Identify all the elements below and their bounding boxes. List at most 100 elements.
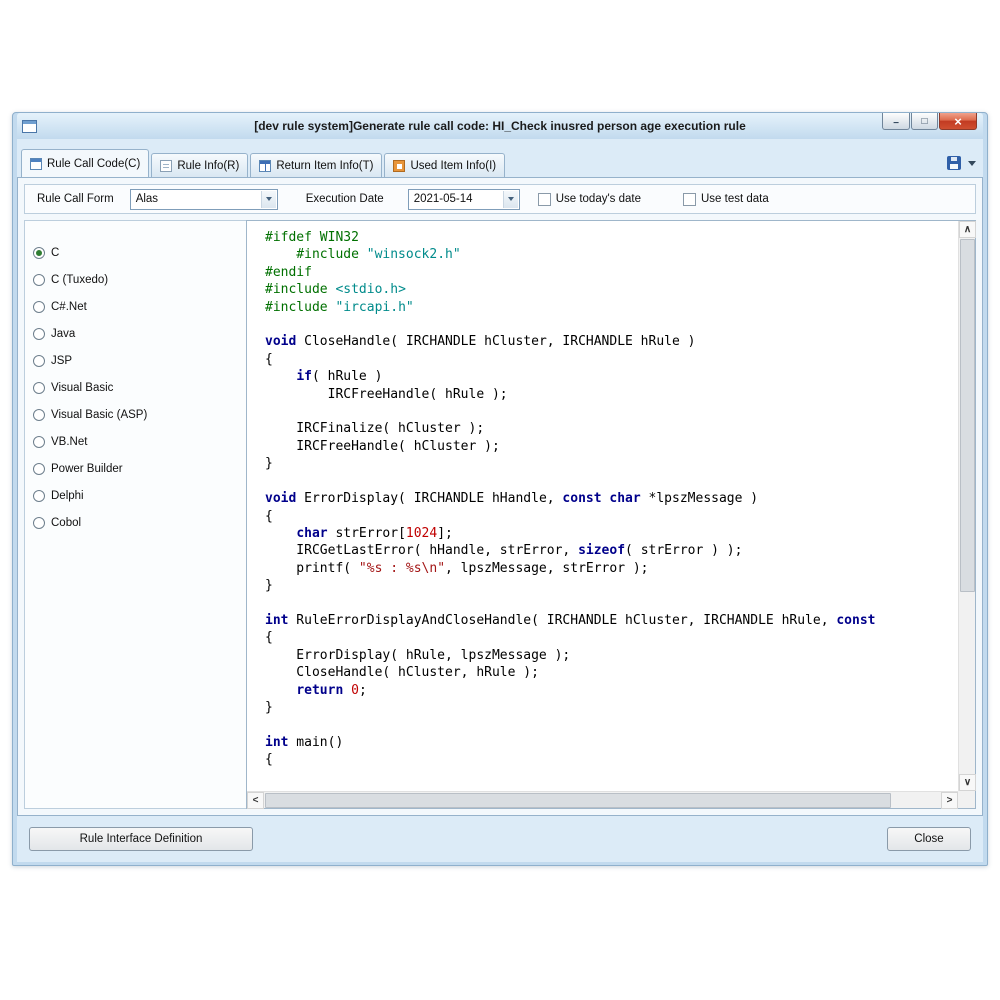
code-line: IRCGetLastError( hHandle, strError, size… (265, 542, 958, 559)
horizontal-scroll-thumb[interactable] (265, 793, 891, 808)
code-line: } (265, 699, 958, 716)
language-label: Visual Basic (51, 382, 113, 394)
code-line: printf( "%s : %s\n", lpszMessage, strErr… (265, 560, 958, 577)
scroll-left-icon[interactable] (247, 792, 264, 809)
close-button[interactable]: Close (887, 827, 971, 851)
vertical-scrollbar[interactable] (958, 221, 975, 791)
use-todays-date-checkbox[interactable]: Use today's date (538, 193, 641, 206)
horizontal-scrollbar[interactable] (247, 791, 958, 808)
window-title: [dev rule system]Generate rule call code… (17, 119, 983, 133)
rule-call-form-label: Rule Call Form (37, 193, 114, 205)
language-option-c[interactable]: C (33, 239, 246, 266)
language-option-c-net[interactable]: C#.Net (33, 293, 246, 320)
code-line: #endif (265, 264, 958, 281)
radio-icon (33, 301, 45, 313)
execution-date-value: 2021-05-14 (414, 193, 473, 205)
rule-interface-definition-button[interactable]: Rule Interface Definition (29, 827, 253, 851)
code-panel: #ifdef WIN32 #include "winsock2.h"#endif… (246, 220, 976, 809)
tab-used-item-info-i-[interactable]: Used Item Info(I) (384, 153, 505, 177)
tabbar-actions (944, 153, 979, 173)
code-line (265, 316, 958, 333)
radio-icon (33, 382, 45, 394)
scroll-down-icon[interactable] (959, 774, 976, 791)
code-line: #include "ircapi.h" (265, 299, 958, 316)
language-label: JSP (51, 355, 72, 367)
radio-icon (33, 490, 45, 502)
save-button[interactable] (944, 153, 964, 173)
checkbox-icon (538, 193, 551, 206)
language-label: Delphi (51, 490, 84, 502)
code-line: { (265, 629, 958, 646)
rule-call-form-value: Alas (136, 193, 158, 205)
code-line: } (265, 577, 958, 594)
language-option-visual-basic-asp-[interactable]: Visual Basic (ASP) (33, 401, 246, 428)
language-option-visual-basic[interactable]: Visual Basic (33, 374, 246, 401)
language-label: VB.Net (51, 436, 87, 448)
tab-rule-call-code-c-[interactable]: Rule Call Code(C) (21, 149, 149, 177)
language-list: C C (Tuxedo) C#.NetJava JSP Visual Basic Visu… (24, 220, 246, 809)
language-label: C (51, 247, 59, 259)
language-option-c-tuxedo-[interactable]: C (Tuxedo) (33, 266, 246, 293)
window-controls (881, 113, 977, 130)
language-option-cobol[interactable]: Cobol (33, 509, 246, 536)
screen-canvas: [dev rule system]Generate rule call code… (0, 0, 1000, 1000)
execution-date-combobox[interactable]: 2021-05-14 (408, 189, 520, 210)
language-option-java[interactable]: Java (33, 320, 246, 347)
code-line (265, 595, 958, 612)
code-line: CloseHandle( hCluster, hRule ); (265, 664, 958, 681)
main-split: C C (Tuxedo) C#.NetJava JSP Visual Basic Visu… (24, 220, 976, 809)
code-line: if( hRule ) (265, 368, 958, 385)
execution-date-label: Execution Date (306, 193, 384, 205)
tab-rule-info-r-[interactable]: Rule Info(R) (151, 153, 248, 177)
window-body: Rule Call Code(C) Rule Info(R)Return Item… (17, 139, 983, 862)
tab-label: Used Item Info(I) (410, 160, 496, 172)
code-line: { (265, 508, 958, 525)
item-icon (393, 160, 405, 172)
page-icon (160, 160, 172, 172)
code-line: int main() (265, 734, 958, 751)
code-line: return 0; (265, 682, 958, 699)
language-option-delphi[interactable]: Delphi (33, 482, 246, 509)
code-line: { (265, 751, 958, 768)
code-line: IRCFreeHandle( hCluster ); (265, 438, 958, 455)
language-label: Cobol (51, 517, 81, 529)
chevron-down-icon[interactable] (261, 191, 276, 208)
tab-page: Rule Call Form Alas Execution Date 2021-… (17, 177, 983, 816)
radio-icon (33, 274, 45, 286)
code-line: IRCFreeHandle( hRule ); (265, 386, 958, 403)
minimize-button[interactable] (882, 113, 910, 130)
code-icon (30, 158, 42, 170)
language-option-vb-net[interactable]: VB.Net (33, 428, 246, 455)
radio-icon (33, 463, 45, 475)
tab-return-item-info-t-[interactable]: Return Item Info(T) (250, 153, 382, 177)
title-bar[interactable]: [dev rule system]Generate rule call code… (17, 113, 983, 139)
chevron-down-icon[interactable] (503, 191, 518, 208)
use-todays-date-label: Use today's date (556, 193, 641, 205)
radio-icon (33, 328, 45, 340)
code-line (265, 716, 958, 733)
use-test-data-checkbox[interactable]: Use test data (683, 193, 769, 206)
radio-icon (33, 247, 45, 259)
radio-icon (33, 517, 45, 529)
close-window-button[interactable] (939, 113, 977, 130)
vertical-scroll-thumb[interactable] (960, 239, 975, 592)
scroll-up-icon[interactable] (959, 221, 976, 238)
language-option-jsp[interactable]: JSP (33, 347, 246, 374)
code-line: char strError[1024]; (265, 525, 958, 542)
language-label: Visual Basic (ASP) (51, 409, 147, 421)
tab-bar: Rule Call Code(C) Rule Info(R)Return Item… (17, 149, 983, 177)
dialog-window: [dev rule system]Generate rule call code… (12, 112, 988, 866)
rule-call-form-combobox[interactable]: Alas (130, 189, 278, 210)
code-view[interactable]: #ifdef WIN32 #include "winsock2.h"#endif… (247, 221, 958, 791)
tab-label: Rule Call Code(C) (47, 158, 140, 170)
scroll-right-icon[interactable] (941, 792, 958, 809)
tabbar-dropdown-button[interactable] (964, 153, 979, 173)
use-test-data-label: Use test data (701, 193, 769, 205)
tab-list: Rule Call Code(C) Rule Info(R)Return Item… (21, 149, 944, 177)
code-line: { (265, 351, 958, 368)
code-line (265, 473, 958, 490)
radio-icon (33, 355, 45, 367)
maximize-button[interactable] (911, 113, 938, 130)
language-label: C (Tuxedo) (51, 274, 108, 286)
language-option-power-builder[interactable]: Power Builder (33, 455, 246, 482)
